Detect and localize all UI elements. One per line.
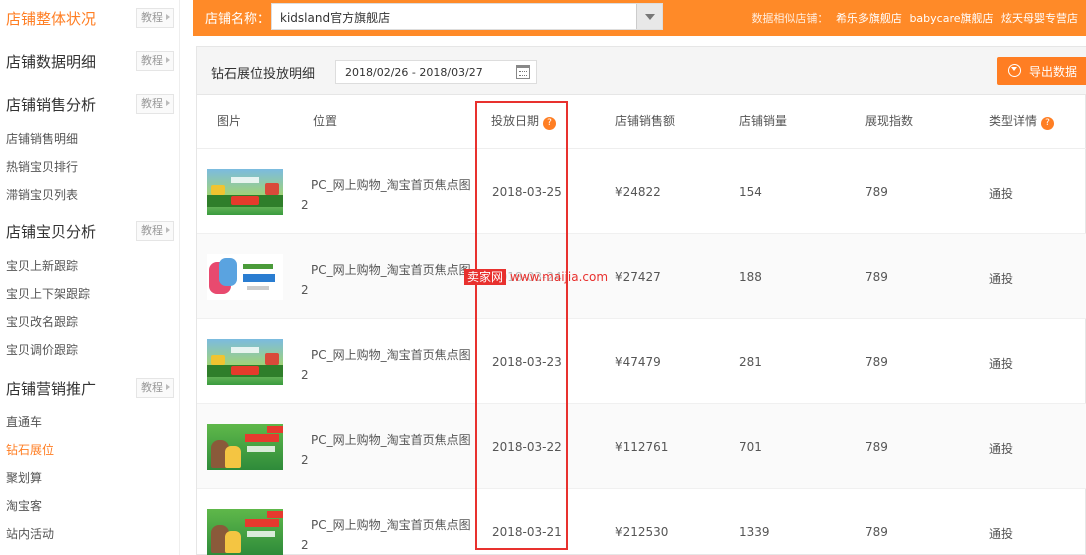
sidebar: 店铺整体状况 教程 店铺数据明细 教程 店铺销售分析 教程 店铺销售明细 热销宝… xyxy=(0,0,180,555)
sales-cell: ¥27427 xyxy=(615,270,661,284)
similar-shop-link[interactable]: 炫天母婴专营店 xyxy=(1001,12,1078,25)
exposure-index-cell: 789 xyxy=(865,270,888,284)
position-cell: PC_网上购物_淘宝首页焦点图 2 xyxy=(301,348,471,382)
position-cell: PC_网上购物_淘宝首页焦点图 2 xyxy=(301,433,471,467)
col-header-sales: 店铺销售额 xyxy=(615,114,676,128)
help-icon[interactable]: ? xyxy=(1041,117,1055,130)
sidebar-item-price-tracking[interactable]: 宝贝调价跟踪 xyxy=(6,341,78,358)
date-range-picker[interactable]: 2018/02/26 - 2018/03/27 xyxy=(335,60,537,84)
shop-label: 店铺名称： xyxy=(205,12,271,27)
exposure-index-cell: 789 xyxy=(865,185,888,199)
col-header-position: 位置 xyxy=(313,114,338,128)
calendar-icon[interactable] xyxy=(516,65,530,79)
similar-shops-label: 数据相似店铺： xyxy=(751,12,829,25)
sidebar-section-sales[interactable]: 店铺销售分析 xyxy=(6,94,96,115)
date-column-highlight xyxy=(475,101,568,550)
col-header-type: 类型详情? xyxy=(989,112,1055,130)
type-cell: 通投 xyxy=(989,272,1014,286)
panel-title: 钻石展位投放明细 xyxy=(211,67,316,82)
sidebar-section-marketing[interactable]: 店铺营销推广 xyxy=(6,378,96,399)
chevron-down-icon xyxy=(645,14,655,20)
similar-shop-link[interactable]: babycare旗舰店 xyxy=(909,12,993,25)
sidebar-item-diamond-booth[interactable]: 钻石展位 xyxy=(6,441,54,458)
similar-shop-link[interactable]: 希乐多旗舰店 xyxy=(836,12,902,25)
table-row: PC_网上购物_淘宝首页焦点图 2 2018-03-23 ¥47479 281 7… xyxy=(197,319,1086,404)
volume-cell: 281 xyxy=(739,355,762,369)
type-cell: 通投 xyxy=(989,357,1014,371)
shop-select[interactable]: kidsland官方旗舰店 xyxy=(271,3,663,30)
sidebar-item-new-tracking[interactable]: 宝贝上新跟踪 xyxy=(6,257,78,274)
banner-thumbnail[interactable] xyxy=(207,509,283,555)
tutorial-button-details[interactable]: 教程 xyxy=(136,51,174,71)
sidebar-item-ztc[interactable]: 直通车 xyxy=(6,413,42,430)
sidebar-item-slow-items[interactable]: 滞销宝贝列表 xyxy=(6,186,78,203)
sidebar-section-overview[interactable]: 店铺整体状况 xyxy=(6,8,96,29)
tutorial-button-items[interactable]: 教程 xyxy=(136,221,174,241)
sidebar-item-juhuasuan[interactable]: 聚划算 xyxy=(6,469,42,486)
date-range-value: 2018/02/26 - 2018/03/27 xyxy=(345,66,483,79)
sales-cell: ¥212530 xyxy=(615,525,669,539)
type-cell: 通投 xyxy=(989,187,1014,201)
sidebar-section-details[interactable]: 店铺数据明细 xyxy=(6,51,96,72)
volume-cell: 154 xyxy=(739,185,762,199)
position-cell: PC_网上购物_淘宝首页焦点图 2 xyxy=(301,178,471,212)
dropdown-button[interactable] xyxy=(636,4,662,29)
tutorial-button-sales[interactable]: 教程 xyxy=(136,94,174,114)
sidebar-item-hot-items[interactable]: 热销宝贝排行 xyxy=(6,158,78,175)
sidebar-item-taobaoke[interactable]: 淘宝客 xyxy=(6,497,42,514)
table-row: PC_网上购物_淘宝首页焦点图 2 2018-03-24 ¥27427 188 7… xyxy=(197,234,1086,319)
shop-select-value: kidsland官方旗舰店 xyxy=(280,11,391,25)
panel-header: 钻石展位投放明细 2018/02/26 - 2018/03/27 导出数据 xyxy=(197,47,1086,95)
position-cell: PC_网上购物_淘宝首页焦点图 2 xyxy=(301,518,471,552)
sidebar-item-listing-tracking[interactable]: 宝贝上下架跟踪 xyxy=(6,285,90,302)
banner-thumbnail[interactable] xyxy=(207,169,283,215)
volume-cell: 188 xyxy=(739,270,762,284)
exposure-index-cell: 789 xyxy=(865,355,888,369)
similar-shops: 数据相似店铺： 希乐多旗舰店 babycare旗舰店 炫天母婴专营店 xyxy=(751,10,1078,26)
sales-cell: ¥24822 xyxy=(615,185,661,199)
export-label: 导出数据 xyxy=(1029,65,1078,79)
chevron-right-icon xyxy=(166,57,170,63)
chevron-right-icon xyxy=(166,384,170,390)
position-cell: PC_网上购物_淘宝首页焦点图 2 xyxy=(301,263,471,297)
shop-selector-bar: 店铺名称： kidsland官方旗舰店 数据相似店铺： 希乐多旗舰店 babyc… xyxy=(193,0,1086,36)
diamond-booth-panel: 钻石展位投放明细 2018/02/26 - 2018/03/27 导出数据 图片… xyxy=(196,46,1086,555)
exposure-index-cell: 789 xyxy=(865,525,888,539)
table-row: PC_网上购物_淘宝首页焦点图 2 2018-03-22 ¥112761 701 … xyxy=(197,404,1086,489)
table-row: PC_网上购物_淘宝首页焦点图 2 2018-03-25 ¥24822 154 7… xyxy=(197,149,1086,234)
sales-cell: ¥47479 xyxy=(615,355,661,369)
sidebar-item-sales-detail[interactable]: 店铺销售明细 xyxy=(6,130,78,147)
chevron-right-icon xyxy=(166,227,170,233)
export-data-button[interactable]: 导出数据 xyxy=(997,57,1086,85)
watermark: 卖家网 www.maijia.com xyxy=(464,268,608,285)
download-icon xyxy=(1008,64,1021,77)
sidebar-section-items[interactable]: 店铺宝贝分析 xyxy=(6,221,96,242)
sales-cell: ¥112761 xyxy=(615,440,669,454)
type-cell: 通投 xyxy=(989,527,1014,541)
col-header-exposure-index: 展现指数 xyxy=(865,114,914,128)
tutorial-button-marketing[interactable]: 教程 xyxy=(136,378,174,398)
volume-cell: 701 xyxy=(739,440,762,454)
volume-cell: 1339 xyxy=(739,525,770,539)
watermark-badge: 卖家网 xyxy=(464,269,507,285)
chevron-right-icon xyxy=(166,14,170,20)
banner-thumbnail[interactable] xyxy=(207,254,283,300)
chevron-right-icon xyxy=(166,100,170,106)
sidebar-item-rename-tracking[interactable]: 宝贝改名跟踪 xyxy=(6,313,78,330)
col-header-volume: 店铺销量 xyxy=(739,114,788,128)
watermark-url: www.maijia.com xyxy=(510,270,609,284)
banner-thumbnail[interactable] xyxy=(207,339,283,385)
table-row: PC_网上购物_淘宝首页焦点图 2 2018-03-21 ¥212530 1339… xyxy=(197,489,1086,555)
sidebar-item-onsite-activity[interactable]: 站内活动 xyxy=(6,525,54,542)
tutorial-button-overview[interactable]: 教程 xyxy=(136,8,174,28)
exposure-index-cell: 789 xyxy=(865,440,888,454)
col-header-image: 图片 xyxy=(217,114,242,128)
type-cell: 通投 xyxy=(989,442,1014,456)
banner-thumbnail[interactable] xyxy=(207,424,283,470)
